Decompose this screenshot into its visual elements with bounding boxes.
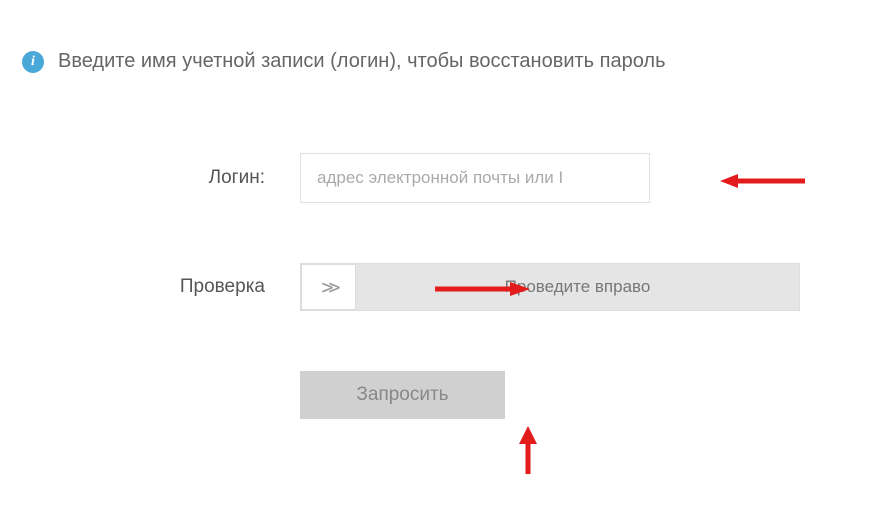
login-input[interactable] [300, 153, 650, 203]
password-recovery-form: Логин: Проверка >> Проведите вправо Запр… [0, 73, 878, 419]
slider-handle[interactable]: >> [301, 264, 356, 310]
arrow-annotation-icon [430, 279, 530, 299]
instruction-text: Введите имя учетной записи (логин), чтоб… [58, 50, 666, 73]
login-label: Логин: [0, 167, 300, 189]
submit-button[interactable]: Запросить [300, 371, 505, 419]
captcha-slider[interactable]: >> Проведите вправо [300, 263, 800, 311]
info-icon: i [22, 51, 44, 73]
instruction-row: i Введите имя учетной записи (логин), чт… [0, 0, 878, 73]
slider-instruction: Проведите вправо [356, 277, 799, 297]
submit-row: Запросить [0, 371, 878, 419]
verify-row: Проверка >> Проведите вправо [0, 263, 878, 311]
chevron-right-icon: >> [321, 275, 335, 299]
arrow-annotation-icon [720, 171, 810, 185]
login-row: Логин: [0, 153, 878, 203]
verify-label: Проверка [0, 276, 300, 298]
arrow-annotation-icon [516, 426, 540, 476]
